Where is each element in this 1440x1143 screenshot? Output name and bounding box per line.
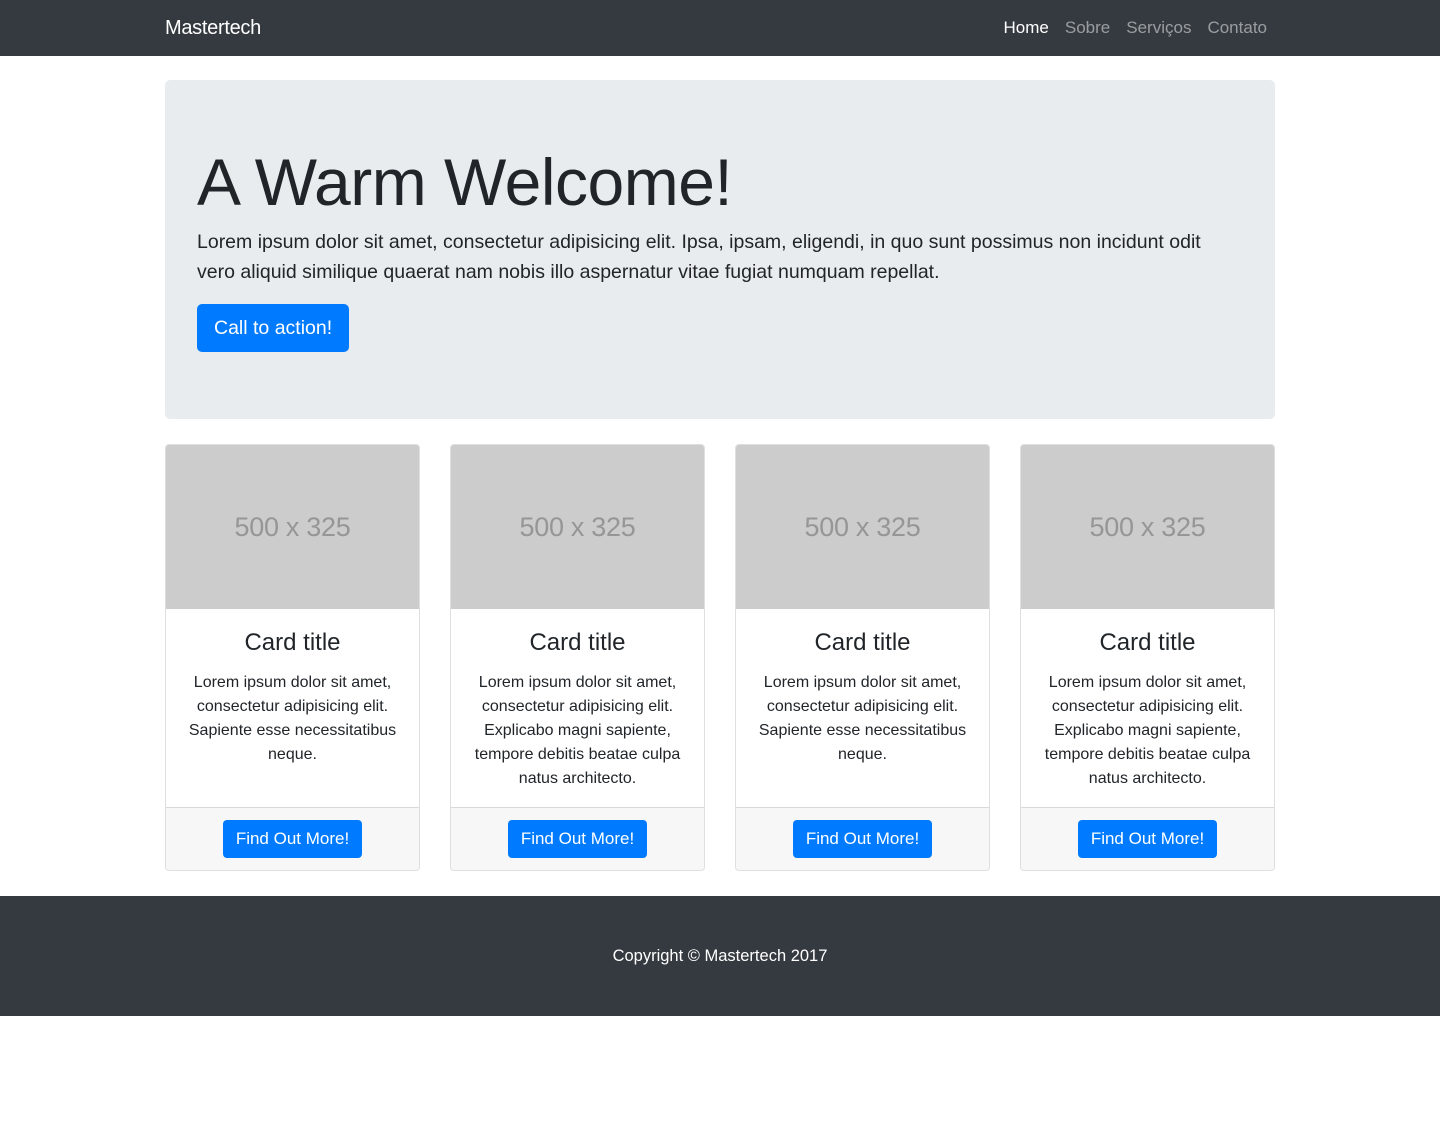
card-text: Lorem ipsum dolor sit amet, consectetur … <box>1044 674 1251 787</box>
card-body: Card title Lorem ipsum dolor sit amet, c… <box>451 609 704 807</box>
footer-copyright: Copyright © Mastertech 2017 <box>612 946 828 965</box>
card-title: Card title <box>1099 629 1196 656</box>
navbar-brand[interactable]: Mastertech <box>165 17 261 40</box>
card-image-placeholder: 500 x 325 <box>166 445 419 609</box>
navbar-nav: Home Sobre Serviços Contato <box>996 10 1275 46</box>
find-out-more-button[interactable]: Find Out More! <box>1077 820 1218 858</box>
card-body: Card title Lorem ipsum dolor sit amet, c… <box>736 609 989 807</box>
card-title: Card title <box>529 629 626 656</box>
card-image-placeholder: 500 x 325 <box>451 445 704 609</box>
card-footer: Find Out More! <box>166 807 419 870</box>
nav-link-servicos[interactable]: Serviços <box>1118 10 1199 46</box>
main-container: A Warm Welcome! Lorem ipsum dolor sit am… <box>165 80 1275 871</box>
card-3: 500 x 325 Card title Lorem ipsum dolor s… <box>735 444 990 871</box>
nav-item-servicos: Serviços <box>1118 10 1199 46</box>
card-row: 500 x 325 Card title Lorem ipsum dolor s… <box>165 444 1275 871</box>
card-2: 500 x 325 Card title Lorem ipsum dolor s… <box>450 444 705 871</box>
navbar-container: Mastertech Home Sobre Serviços Contato <box>165 0 1275 56</box>
find-out-more-button[interactable]: Find Out More! <box>507 820 648 858</box>
nav-item-sobre: Sobre <box>1057 10 1118 46</box>
page-footer: Copyright © Mastertech 2017 <box>0 896 1440 1016</box>
call-to-action-button[interactable]: Call to action! <box>197 303 350 352</box>
find-out-more-button[interactable]: Find Out More! <box>222 820 363 858</box>
card-footer: Find Out More! <box>736 807 989 870</box>
nav-link-sobre[interactable]: Sobre <box>1057 10 1118 46</box>
nav-item-home: Home <box>996 10 1057 46</box>
card-title: Card title <box>814 629 911 656</box>
jumbotron-lead: Lorem ipsum dolor sit amet, consectetur … <box>197 230 1201 283</box>
card-4: 500 x 325 Card title Lorem ipsum dolor s… <box>1020 444 1275 871</box>
nav-link-home[interactable]: Home <box>996 10 1057 46</box>
card-text: Lorem ipsum dolor sit amet, consectetur … <box>474 674 681 787</box>
jumbotron-heading: A Warm Welcome! <box>197 145 733 219</box>
card-image-placeholder: 500 x 325 <box>736 445 989 609</box>
nav-link-contato[interactable]: Contato <box>1199 10 1275 46</box>
card-footer: Find Out More! <box>451 807 704 870</box>
card-1: 500 x 325 Card title Lorem ipsum dolor s… <box>165 444 420 871</box>
navbar: Mastertech Home Sobre Serviços Contato <box>0 0 1440 56</box>
card-body: Card title Lorem ipsum dolor sit amet, c… <box>166 609 419 807</box>
card-text: Lorem ipsum dolor sit amet, consectetur … <box>188 674 397 763</box>
card-footer: Find Out More! <box>1021 807 1274 870</box>
card-image-placeholder: 500 x 325 <box>1021 445 1274 609</box>
find-out-more-button[interactable]: Find Out More! <box>792 820 933 858</box>
card-text: Lorem ipsum dolor sit amet, consectetur … <box>758 674 967 763</box>
card-title: Card title <box>244 629 341 656</box>
jumbotron: A Warm Welcome! Lorem ipsum dolor sit am… <box>165 80 1275 419</box>
card-body: Card title Lorem ipsum dolor sit amet, c… <box>1021 609 1274 807</box>
nav-item-contato: Contato <box>1199 10 1275 46</box>
